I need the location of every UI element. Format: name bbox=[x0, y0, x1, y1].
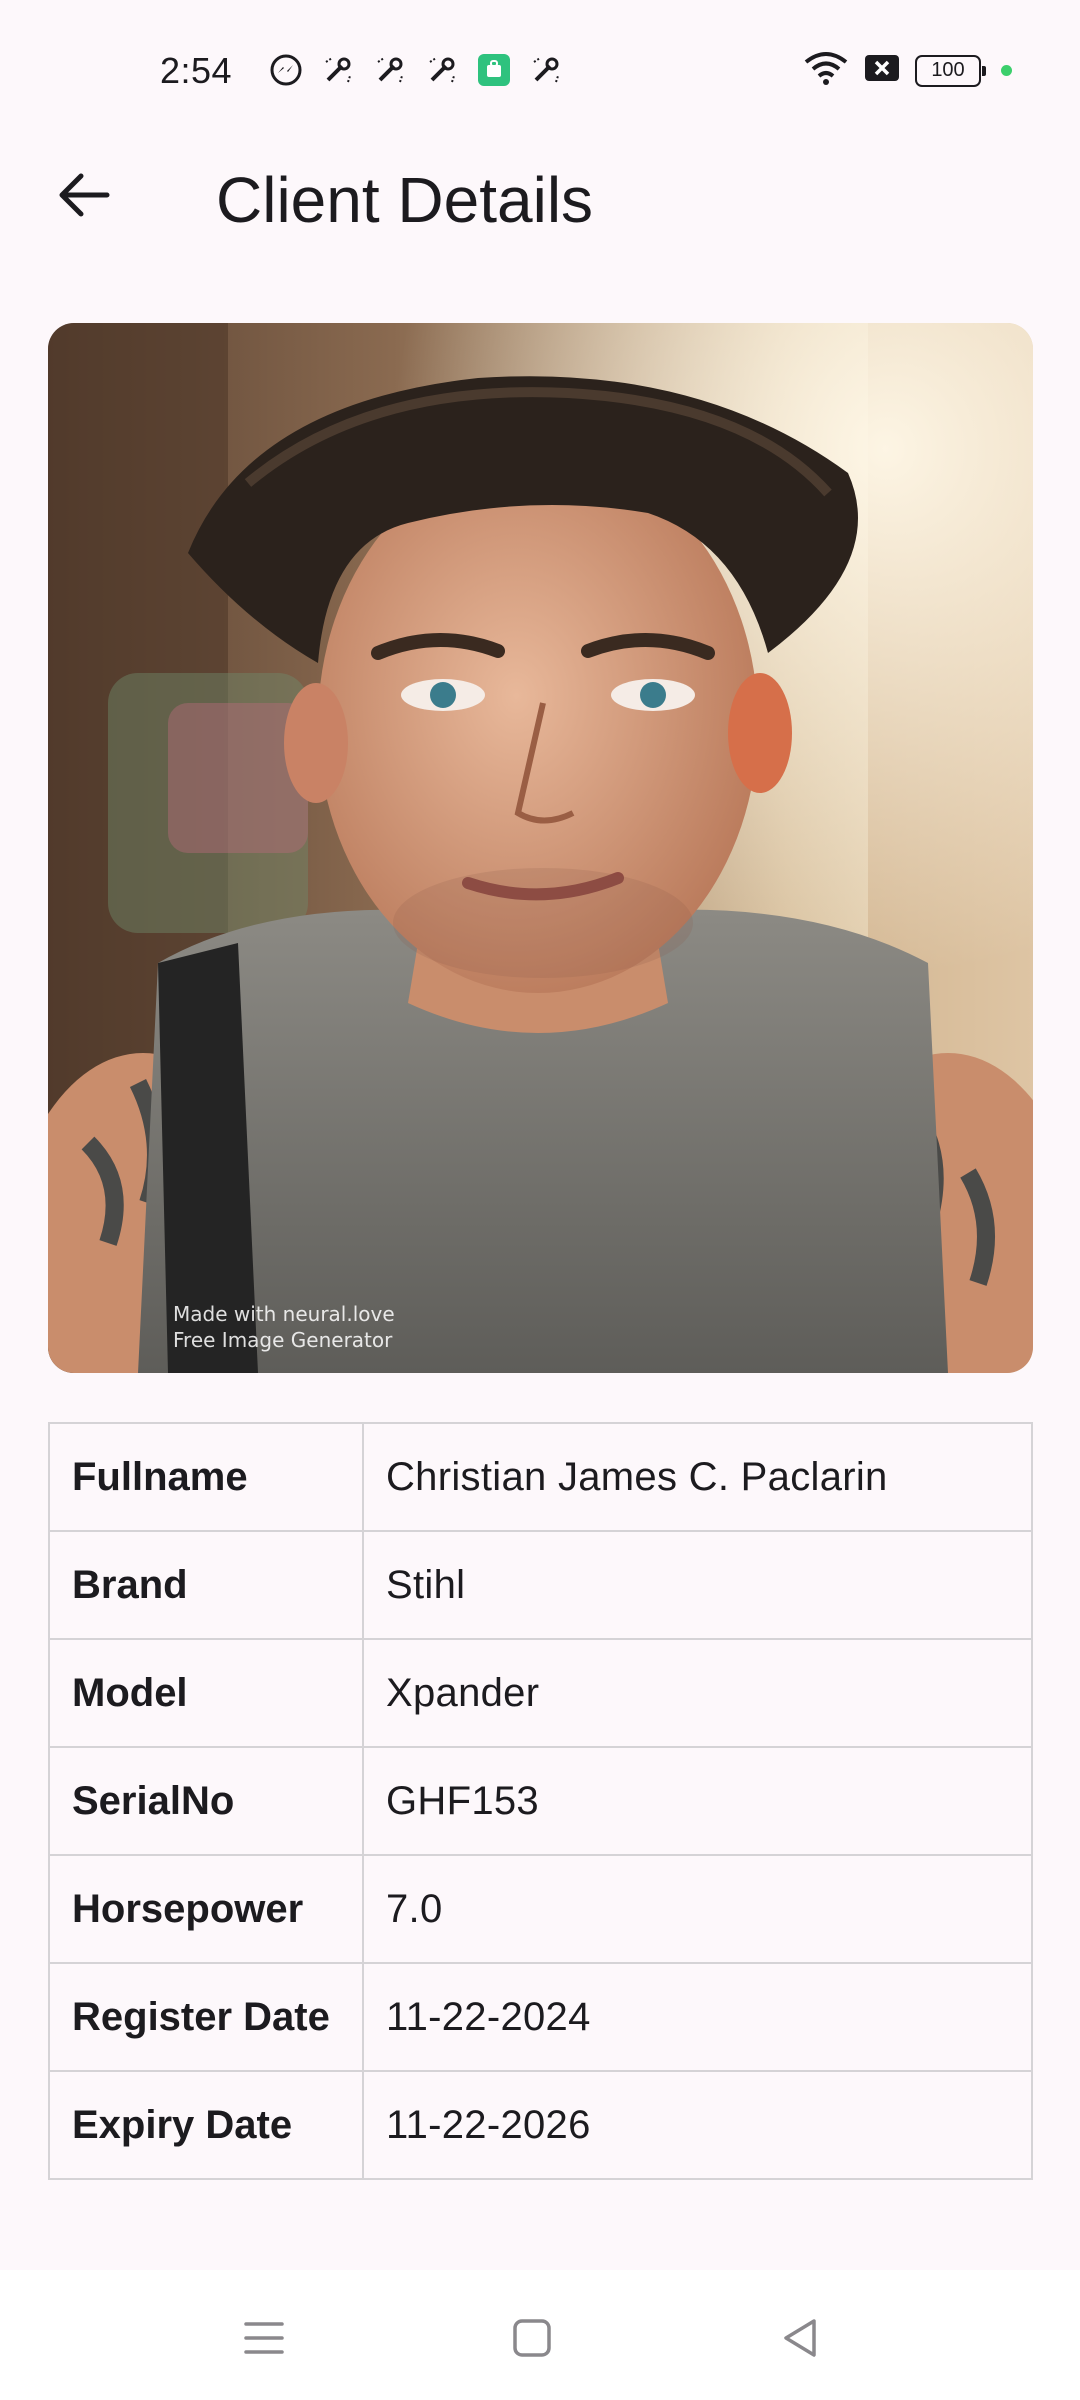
back-button[interactable] bbox=[44, 160, 124, 230]
page-title: Client Details bbox=[216, 164, 594, 236]
table-row: Fullname Christian James C. Paclarin bbox=[48, 1422, 1033, 1532]
tool-icon bbox=[424, 52, 460, 88]
wifi-icon bbox=[803, 50, 849, 91]
tool-icon bbox=[320, 52, 356, 88]
row-value: 11-22-2026 bbox=[362, 2070, 1033, 2180]
client-details-table: Fullname Christian James C. Paclarin Bra… bbox=[48, 1422, 1033, 2180]
menu-icon bbox=[244, 2322, 284, 2354]
tool-icon bbox=[372, 52, 408, 88]
table-row: Register Date 11-22-2024 bbox=[48, 1962, 1033, 2072]
recents-button[interactable] bbox=[236, 2310, 292, 2366]
row-label: Fullname bbox=[48, 1422, 364, 1532]
row-label: Horsepower bbox=[48, 1854, 364, 1964]
table-row: Expiry Date 11-22-2026 bbox=[48, 2070, 1033, 2180]
battery-icon: 100 bbox=[915, 54, 986, 87]
row-label: Register Date bbox=[48, 1962, 364, 2072]
row-value: 11-22-2024 bbox=[362, 1962, 1033, 2072]
system-icons: 100 bbox=[803, 50, 1012, 91]
tool-icon bbox=[528, 52, 564, 88]
row-value: Xpander bbox=[362, 1638, 1033, 1748]
table-row: Model Xpander bbox=[48, 1638, 1033, 1748]
row-value: GHF153 bbox=[362, 1746, 1033, 1856]
back-triangle-icon bbox=[784, 2319, 816, 2357]
watermark-line2: Free Image Generator bbox=[173, 1328, 393, 1352]
table-row: Brand Stihl bbox=[48, 1530, 1033, 1640]
row-label: SerialNo bbox=[48, 1746, 364, 1856]
home-button[interactable] bbox=[504, 2310, 560, 2366]
charging-dot bbox=[1001, 65, 1012, 76]
back-nav-button[interactable] bbox=[772, 2310, 828, 2366]
app-store-icon bbox=[476, 52, 512, 88]
no-sim-icon bbox=[863, 52, 901, 89]
row-value: Stihl bbox=[362, 1530, 1033, 1640]
notification-icons bbox=[268, 52, 564, 88]
row-value: 7.0 bbox=[362, 1854, 1033, 1964]
messenger-icon bbox=[268, 52, 304, 88]
status-time: 2:54 bbox=[160, 50, 233, 91]
status-bar: 2:54 100 bbox=[0, 0, 1080, 130]
arrow-left-icon bbox=[59, 173, 110, 217]
table-row: SerialNo GHF153 bbox=[48, 1746, 1033, 1856]
client-details-screen: 2:54 100 Client Details Made with neural… bbox=[0, 0, 1080, 2400]
watermark: Made with neural.love Free Image Generat… bbox=[173, 1301, 395, 1353]
row-label: Model bbox=[48, 1638, 364, 1748]
app-bar: Client Details bbox=[0, 140, 1080, 240]
row-label: Brand bbox=[48, 1530, 364, 1640]
system-nav-bar bbox=[0, 2270, 1080, 2400]
table-row: Horsepower 7.0 bbox=[48, 1854, 1033, 1964]
row-value: Christian James C. Paclarin bbox=[362, 1422, 1033, 1532]
watermark-line1: Made with neural.love bbox=[173, 1302, 395, 1326]
row-label: Expiry Date bbox=[48, 2070, 364, 2180]
client-photo: Made with neural.love Free Image Generat… bbox=[48, 323, 1033, 1373]
home-square-icon bbox=[513, 2319, 551, 2357]
